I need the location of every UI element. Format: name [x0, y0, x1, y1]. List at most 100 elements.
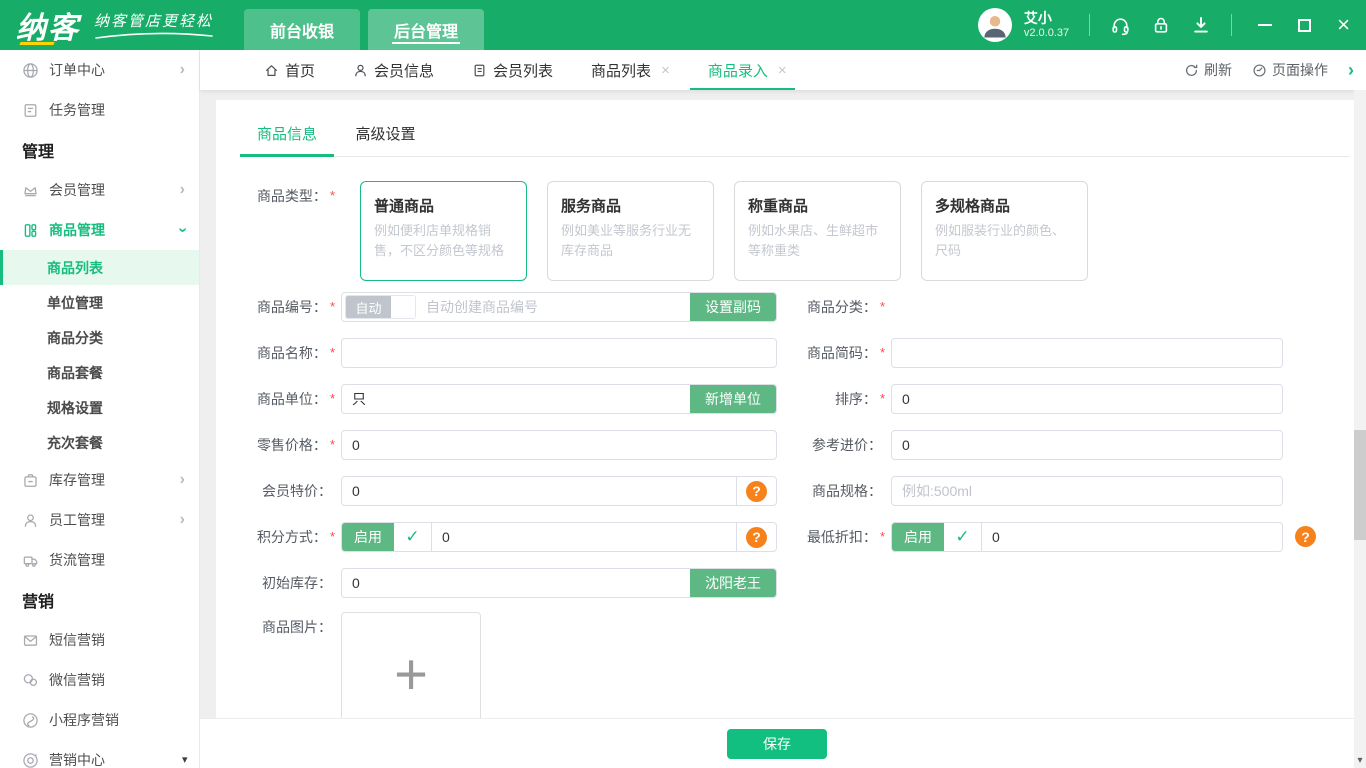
type-card-normal-product[interactable]: 普通商品 例如便利店单规格销售，不区分颜色等规格	[360, 181, 527, 281]
support-headset-icon[interactable]	[1110, 15, 1131, 36]
app-slogan: 纳客管店更轻松	[94, 13, 214, 30]
sidebar-item-inventory-management[interactable]: 库存管理 ›	[0, 460, 199, 500]
close-button[interactable]: ×	[1337, 14, 1350, 36]
label-text: 商品分类：	[806, 299, 877, 315]
required-asterisk: *	[879, 529, 885, 544]
sidebar-subitem-spec-settings[interactable]: 规格设置	[0, 390, 199, 425]
tab-product-list[interactable]: 商品列表 ×	[591, 50, 670, 90]
chevron-down-icon: ›	[174, 227, 192, 233]
sidebar-subitem-product-package[interactable]: 商品套餐	[0, 355, 199, 390]
download-icon[interactable]	[1191, 15, 1211, 35]
initial-stock-input[interactable]	[342, 569, 690, 597]
sidebar-subitem-recharge-package[interactable]: 充次套餐	[0, 425, 199, 460]
tab-home[interactable]: 首页	[264, 50, 315, 90]
sidebar-item-label: 员工管理	[49, 512, 105, 528]
sort-group	[891, 384, 1283, 414]
tab-member-list[interactable]: 会员列表	[472, 50, 553, 90]
user-info: 艾小 v2.0.0.37	[1024, 10, 1069, 40]
save-button[interactable]: 保存	[727, 728, 827, 759]
sidebar-scroll-down-icon[interactable]: ▾	[182, 753, 188, 766]
sidebar-section-label: 营销	[22, 594, 55, 611]
purchase-price-input[interactable]	[892, 431, 1282, 459]
type-card-weighing-product[interactable]: 称重商品 例如水果店、生鲜超市等称重类	[734, 181, 901, 281]
chevron-right-icon: ›	[179, 181, 185, 198]
points-value-input[interactable]	[432, 523, 736, 551]
tab-label: 首页	[285, 62, 316, 80]
doc-list-icon	[474, 64, 485, 76]
required-asterisk: *	[879, 345, 885, 360]
tab-member-info[interactable]: 会员信息	[353, 50, 434, 90]
nav-front-label: 前台收银	[270, 23, 335, 41]
page-actions-icon	[1253, 63, 1266, 77]
scrollbar-thumb[interactable]	[1354, 430, 1366, 540]
sidebar-item-logistics-management[interactable]: 货流管理	[0, 540, 199, 580]
form-tabs: 商品信息 高级设置	[240, 116, 1350, 157]
refresh-button[interactable]: 刷新	[1184, 60, 1232, 80]
maximize-button[interactable]	[1298, 18, 1312, 32]
minimize-button[interactable]	[1258, 24, 1273, 26]
type-card-service-product[interactable]: 服务商品 例如美业等服务行业无库存商品	[547, 181, 714, 281]
product-unit-input[interactable]	[342, 385, 690, 413]
nav-front-cashier-button[interactable]: 前台收银	[244, 9, 361, 50]
tab-close-icon[interactable]: ×	[778, 62, 787, 79]
avatar[interactable]	[977, 8, 1012, 42]
sidebar-subitem-product-list[interactable]: 商品列表	[0, 250, 199, 285]
help-question-icon[interactable]: ?	[1295, 526, 1316, 547]
type-card-title: 服务商品	[561, 198, 622, 215]
nav-backend-admin-button[interactable]: 后台管理	[368, 9, 485, 50]
sidebar-item-staff-management[interactable]: 员工管理 ›	[0, 500, 199, 540]
tab-close-icon[interactable]: ×	[661, 62, 670, 79]
sidebar-subitem-product-category[interactable]: 商品分类	[0, 320, 199, 355]
product-code-label: 商品编号： *	[216, 292, 335, 322]
chevron-right-icon[interactable]: ›	[1348, 60, 1354, 81]
label-text: 商品图片：	[262, 619, 332, 635]
sidebar-subitem-unit-management[interactable]: 单位管理	[0, 285, 199, 320]
sidebar-item-member-management[interactable]: 会员管理 ›	[0, 170, 199, 210]
form-tab-product-info[interactable]: 商品信息	[240, 116, 335, 157]
product-name-input[interactable]	[342, 339, 776, 367]
sidebar-item-label: 货流管理	[49, 552, 105, 568]
auto-code-toggle[interactable]: 自动	[345, 295, 416, 319]
retail-price-input[interactable]	[342, 431, 776, 459]
form-tab-advanced-settings[interactable]: 高级设置	[338, 116, 432, 157]
sidebar-item-miniprogram-marketing[interactable]: 小程序营销	[0, 700, 199, 740]
vertical-scrollbar[interactable]: ▾	[1354, 90, 1366, 768]
discount-check-icon[interactable]: ✓	[944, 523, 982, 551]
member-price-label: 会员特价：	[216, 476, 335, 506]
sidebar-item-product-management[interactable]: 商品管理 ›	[0, 210, 199, 250]
page-actions-button[interactable]: 页面操作	[1252, 60, 1328, 80]
label-text: 商品单位：	[256, 391, 327, 407]
wechat-icon	[23, 673, 38, 686]
product-code-input[interactable]	[416, 293, 690, 321]
sidebar-item-sms-marketing[interactable]: 短信营销	[0, 620, 199, 660]
page-actions-label: 页面操作	[1272, 62, 1328, 78]
plus-icon: +	[394, 642, 428, 707]
min-discount-input[interactable]	[982, 523, 1282, 551]
short-code-input[interactable]	[892, 339, 1282, 367]
tab-product-entry[interactable]: 商品录入 ×	[689, 50, 795, 90]
slogan-swoosh	[95, 32, 213, 39]
discount-enable-button[interactable]: 启用	[892, 523, 944, 551]
sidebar-item-marketing-center[interactable]: 营销中心	[0, 740, 199, 768]
sidebar-subitem-label: 单位管理	[47, 294, 103, 311]
sidebar-item-label: 会员管理	[49, 182, 105, 198]
sidebar-item-wechat-marketing[interactable]: 微信营销	[0, 660, 199, 700]
type-card-multispec-product[interactable]: 多规格商品 例如服装行业的颜色、尺码	[921, 181, 1088, 281]
type-card-title: 多规格商品	[935, 198, 1011, 215]
warehouse-button[interactable]: 沈阳老王	[690, 569, 776, 597]
member-price-input[interactable]	[342, 477, 736, 505]
short-code-label: 商品简码： *	[721, 338, 885, 368]
lock-icon[interactable]	[1151, 15, 1171, 35]
scrollbar-down-arrow[interactable]: ▾	[1354, 755, 1366, 766]
sidebar-item-order-center[interactable]: 订单中心 ›	[0, 50, 199, 90]
top-nav: 前台收银 后台管理	[244, 0, 485, 50]
label-text: 初始库存：	[262, 575, 332, 591]
sort-input[interactable]	[892, 385, 1282, 413]
sidebar-item-task-management[interactable]: 任务管理	[0, 90, 199, 130]
sort-label: 排序： *	[721, 384, 885, 414]
user-name: 艾小	[1023, 10, 1052, 26]
points-check-icon[interactable]: ✓	[394, 523, 432, 551]
points-enable-button[interactable]: 启用	[342, 523, 394, 551]
retail-price-group	[341, 430, 777, 460]
spec-input[interactable]	[892, 477, 1282, 505]
